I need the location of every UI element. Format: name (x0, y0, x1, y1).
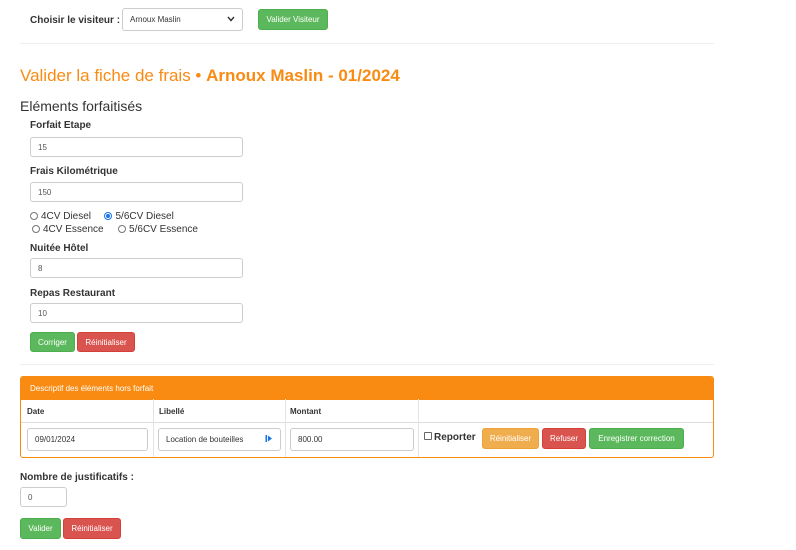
forfait-heading: Eléments forfaitisés (20, 98, 143, 114)
page-title: Valider la fiche de frais • Arnoux Masli… (20, 66, 400, 86)
refuse-button[interactable]: Refuser (542, 428, 586, 449)
autofill-icon (265, 434, 273, 445)
visitor-select[interactable]: Arnoux Maslin (122, 8, 243, 31)
nuitee-label: Nuitée Hôtel (30, 243, 89, 254)
chevron-down-icon (227, 15, 235, 24)
column-header-montant: Montant (290, 407, 322, 416)
montant-input[interactable]: 800.00 (290, 428, 414, 451)
libelle-value: Location de bouteilles (166, 435, 244, 444)
frais-km-input[interactable]: 150 (30, 182, 243, 202)
repas-input[interactable]: 10 (30, 303, 243, 323)
justificatifs-label: Nombre de justificatifs : (20, 472, 134, 483)
validate-visitor-button[interactable]: Valider Visiteur (258, 9, 328, 30)
divider (20, 364, 714, 365)
radio-56cv-essence[interactable]: 5/6CV Essence (118, 219, 198, 236)
repas-label: Repas Restaurant (30, 288, 116, 299)
radio-icon (118, 225, 127, 233)
radio-4cv-essence[interactable]: 4CV Essence (32, 219, 104, 236)
reset-hors-forfait-button[interactable]: Réinitialiser (482, 428, 539, 449)
visitor-select-label: Choisir le visiteur : (30, 15, 121, 26)
reset-footer-button[interactable]: Réinitialiser (63, 518, 121, 539)
radio-icon (32, 225, 40, 233)
reporter-checkbox[interactable]: Reporter (424, 432, 476, 443)
vehicle-radio-row-2: 4CV Essence 5/6CV Essence (32, 219, 198, 237)
justificatifs-input[interactable]: 0 (20, 487, 67, 507)
hors-forfait-header: Descriptif des éléments hors forfait (21, 377, 713, 400)
reset-forfait-button[interactable]: Réinitialiser (77, 332, 135, 352)
column-divider (418, 399, 419, 457)
page-title-prefix: Valider la fiche de frais • (20, 66, 202, 85)
libelle-input[interactable]: Location de bouteilles (158, 428, 281, 451)
forfait-etape-input[interactable]: 15 (30, 137, 243, 157)
validate-button[interactable]: Valider (20, 518, 61, 539)
checkbox-icon (424, 432, 432, 440)
column-divider (153, 399, 154, 457)
correct-button[interactable]: Corriger (30, 332, 75, 352)
save-correction-button[interactable]: Enregistrer correction (589, 428, 684, 449)
column-divider (285, 399, 286, 457)
radio-label: 5/6CV Essence (129, 224, 198, 235)
forfait-etape-label: Forfait Etape (30, 120, 92, 131)
column-header-date: Date (27, 407, 45, 416)
nuitee-input[interactable]: 8 (30, 258, 243, 278)
reporter-label: Reporter (434, 432, 476, 443)
divider (20, 43, 714, 44)
table-divider (21, 422, 713, 423)
date-input[interactable]: 09/01/2024 (27, 428, 148, 451)
radio-label: 4CV Essence (43, 224, 104, 235)
column-header-libelle: Libellé (159, 407, 185, 416)
frais-km-label: Frais Kilométrique (30, 166, 118, 177)
visitor-select-value: Arnoux Maslin (130, 15, 181, 24)
page-title-highlight: Arnoux Maslin - 01/2024 (206, 66, 400, 85)
